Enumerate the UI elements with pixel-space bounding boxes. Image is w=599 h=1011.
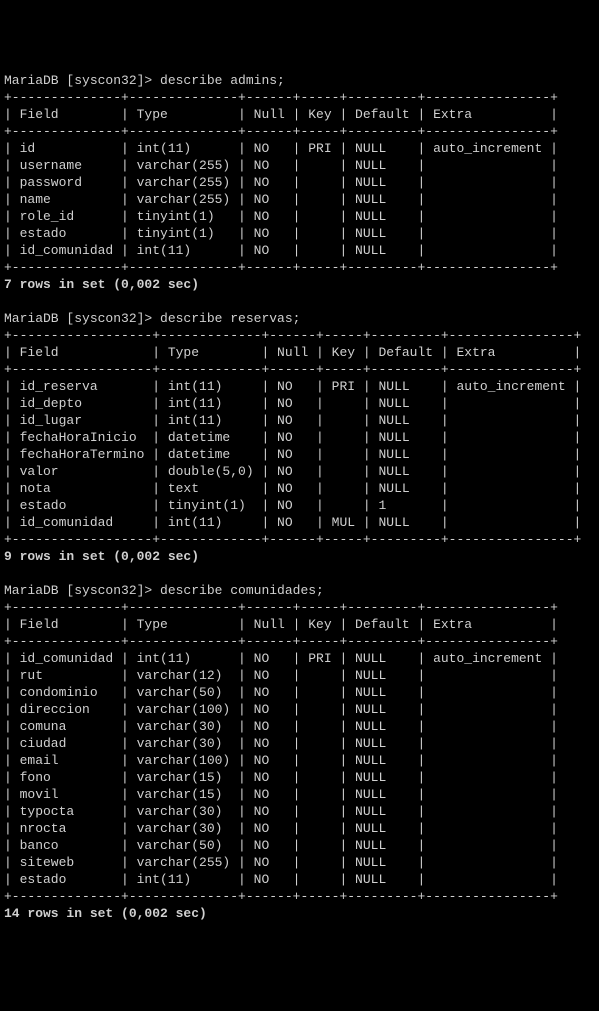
table-row: | id_comunidad | int(11) | NO | MUL | NU… (4, 515, 581, 530)
table-header-row: | Field | Type | Null | Key | Default | … (4, 345, 581, 360)
table-separator: +------------------+-------------+------… (4, 532, 581, 547)
prompt-line[interactable]: MariaDB [syscon32]> describe admins; (4, 73, 285, 88)
table-separator: +------------------+-------------+------… (4, 328, 581, 343)
table-separator: +--------------+--------------+------+--… (4, 634, 558, 649)
result-summary: 7 rows in set (0,002 sec) (4, 277, 199, 292)
table-header-row: | Field | Type | Null | Key | Default | … (4, 617, 558, 632)
result-summary: 9 rows in set (0,002 sec) (4, 549, 199, 564)
table-row: | id_reserva | int(11) | NO | PRI | NULL… (4, 379, 581, 394)
table-row: | fechaHoraTermino | datetime | NO | | N… (4, 447, 581, 462)
table-row: | nrocta | varchar(30) | NO | | NULL | | (4, 821, 558, 836)
table-row: | estado | tinyint(1) | NO | | NULL | | (4, 226, 558, 241)
table-separator: +------------------+-------------+------… (4, 362, 581, 377)
table-row: | estado | tinyint(1) | NO | | 1 | | (4, 498, 581, 513)
prompt-prefix: MariaDB [syscon32]> (4, 583, 160, 598)
table-row: | siteweb | varchar(255) | NO | | NULL |… (4, 855, 558, 870)
result-summary: 14 rows in set (0,002 sec) (4, 906, 207, 921)
table-row: | username | varchar(255) | NO | | NULL … (4, 158, 558, 173)
command-text: describe admins; (160, 73, 285, 88)
table-row: | comuna | varchar(30) | NO | | NULL | | (4, 719, 558, 734)
table-row: | direccion | varchar(100) | NO | | NULL… (4, 702, 558, 717)
table-separator: +--------------+--------------+------+--… (4, 260, 558, 275)
table-row: | role_id | tinyint(1) | NO | | NULL | | (4, 209, 558, 224)
table-separator: +--------------+--------------+------+--… (4, 124, 558, 139)
prompt-prefix: MariaDB [syscon32]> (4, 73, 160, 88)
table-separator: +--------------+--------------+------+--… (4, 889, 558, 904)
table-row: | id_lugar | int(11) | NO | | NULL | | (4, 413, 581, 428)
table-row: | valor | double(5,0) | NO | | NULL | | (4, 464, 581, 479)
table-row: | nota | text | NO | | NULL | | (4, 481, 581, 496)
table-row: | id | int(11) | NO | PRI | NULL | auto_… (4, 141, 558, 156)
table-separator: +--------------+--------------+------+--… (4, 90, 558, 105)
prompt-line[interactable]: MariaDB [syscon32]> describe comunidades… (4, 583, 324, 598)
command-text: describe comunidades; (160, 583, 324, 598)
table-header-row: | Field | Type | Null | Key | Default | … (4, 107, 558, 122)
table-row: | fechaHoraInicio | datetime | NO | | NU… (4, 430, 581, 445)
table-row: | email | varchar(100) | NO | | NULL | | (4, 753, 558, 768)
table-row: | condominio | varchar(50) | NO | | NULL… (4, 685, 558, 700)
table-row: | name | varchar(255) | NO | | NULL | | (4, 192, 558, 207)
table-separator: +--------------+--------------+------+--… (4, 600, 558, 615)
table-row: | banco | varchar(50) | NO | | NULL | | (4, 838, 558, 853)
table-row: | movil | varchar(15) | NO | | NULL | | (4, 787, 558, 802)
table-row: | id_comunidad | int(11) | NO | | NULL |… (4, 243, 558, 258)
command-text: describe reservas; (160, 311, 300, 326)
table-row: | password | varchar(255) | NO | | NULL … (4, 175, 558, 190)
table-row: | estado | int(11) | NO | | NULL | | (4, 872, 558, 887)
prompt-prefix: MariaDB [syscon32]> (4, 311, 160, 326)
table-row: | id_depto | int(11) | NO | | NULL | | (4, 396, 581, 411)
table-row: | ciudad | varchar(30) | NO | | NULL | | (4, 736, 558, 751)
table-row: | typocta | varchar(30) | NO | | NULL | … (4, 804, 558, 819)
table-row: | id_comunidad | int(11) | NO | PRI | NU… (4, 651, 558, 666)
terminal-output: MariaDB [syscon32]> describe admins; +--… (4, 72, 595, 922)
prompt-line[interactable]: MariaDB [syscon32]> describe reservas; (4, 311, 300, 326)
table-row: | fono | varchar(15) | NO | | NULL | | (4, 770, 558, 785)
table-row: | rut | varchar(12) | NO | | NULL | | (4, 668, 558, 683)
